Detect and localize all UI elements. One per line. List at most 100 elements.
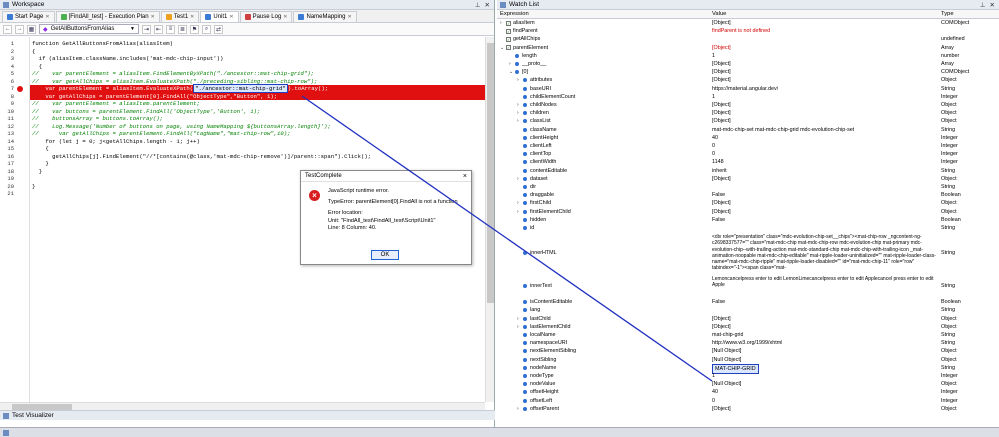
code-line[interactable]: // var getAllChips = parentElement.FindA…: [32, 130, 290, 138]
tab-start-page[interactable]: Start Page ✕: [2, 11, 55, 22]
column-type[interactable]: Type: [941, 11, 954, 17]
back-icon[interactable]: ←: [3, 24, 12, 34]
tab-unit1[interactable]: Unit1 ✕: [200, 11, 239, 22]
expand-icon[interactable]: ›: [517, 315, 519, 323]
watch-row[interactable]: localName mat-chip-grid String: [497, 331, 999, 339]
expand-icon[interactable]: ›: [517, 117, 519, 125]
line-gutter[interactable]: 1 2 3 4 5 6 7 8 9 10 11 12 13 14 15 16 17 18 19 20 21: [0, 37, 30, 402]
code-line[interactable]: var getAllChips = parentElement[0].FindA…: [30, 92, 485, 100]
watch-row[interactable]: › offsetParent [Object] Object: [497, 405, 999, 413]
watch-row[interactable]: nodeType 1 Integer: [497, 372, 999, 380]
watch-row[interactable]: › firstElementChild [Object] Object: [497, 208, 999, 216]
comment-icon[interactable]: ≡: [166, 24, 175, 34]
tab-close-icon[interactable]: ✕: [151, 14, 155, 20]
module-icon[interactable]: ▦: [27, 24, 36, 34]
column-expression[interactable]: Expression: [500, 11, 529, 17]
expand-icon[interactable]: ›: [517, 101, 519, 109]
code-line[interactable]: }: [32, 168, 42, 176]
column-value[interactable]: Value: [712, 11, 726, 17]
code-line[interactable]: getAllChips[j].FindElement("//*[contains…: [32, 153, 371, 161]
routine-dropdown[interactable]: ◆ GetAllButtonsFromAlias ▼: [39, 24, 139, 34]
tab-close-icon[interactable]: ✕: [348, 14, 352, 20]
watch-row[interactable]: offsetHeight 40 Integer: [497, 388, 999, 396]
code-line[interactable]: {: [32, 145, 48, 153]
watch-row[interactable]: ⌄ ✓ parentElement [Object] Array: [497, 44, 999, 52]
close-icon[interactable]: ✕: [990, 1, 995, 9]
watch-row[interactable]: › lastChild [Object] Object: [497, 315, 999, 323]
watch-row[interactable]: contentEditable inherit String: [497, 167, 999, 175]
tab-findall-test-execution-plan[interactable]: [FindAll_test] - Execution Plan ✕: [55, 11, 160, 22]
tab-close-icon[interactable]: ✕: [229, 14, 233, 20]
tab-namemapping[interactable]: NameMapping ✕: [293, 11, 357, 22]
expand-icon[interactable]: ›: [517, 208, 519, 216]
watch-row[interactable]: lang String: [497, 306, 999, 314]
watch-row[interactable]: ✓ findParent findParent is not defined: [497, 27, 999, 35]
watch-row[interactable]: dir String: [497, 183, 999, 191]
watch-checkbox[interactable]: ✓: [506, 28, 511, 34]
code-line[interactable]: var parentElement = aliasItem.EvaluateXP…: [30, 84, 485, 93]
watch-row[interactable]: nextSibling [Null Object] Object: [497, 356, 999, 364]
uncomment-icon[interactable]: ≣: [178, 24, 187, 34]
watch-row[interactable]: › __proto__ [Object] Array: [497, 60, 999, 68]
tab-test1[interactable]: Test1 ✕: [160, 11, 200, 22]
watch-row[interactable]: clientLeft 0 Integer: [497, 142, 999, 150]
expand-icon[interactable]: ›: [500, 19, 502, 27]
watch-row[interactable]: › lastElementChild [Object] Object: [497, 323, 999, 331]
breakpoint-icon[interactable]: [17, 86, 23, 92]
watch-row[interactable]: childElementCount 1 Integer: [497, 93, 999, 101]
indent-icon[interactable]: ⇥: [142, 24, 151, 34]
watch-row[interactable]: clientTop 0 Integer: [497, 150, 999, 158]
code-line[interactable]: function GetAllButtonsFromAlias(aliasIte…: [32, 40, 173, 48]
watch-row[interactable]: › dataset [Object] Object: [497, 175, 999, 183]
collapse-icon[interactable]: ⌄: [509, 68, 513, 76]
test-visualizer-bar[interactable]: Test Visualizer: [0, 410, 495, 420]
expand-icon[interactable]: ›: [517, 175, 519, 183]
watch-row[interactable]: nodeName MAT-CHIP-GRID String: [497, 363, 999, 374]
expand-icon[interactable]: ›: [517, 109, 519, 117]
code-line[interactable]: // var buttons = parentElement.FindAll('…: [32, 108, 260, 116]
dialog-close-icon[interactable]: ×: [463, 173, 471, 180]
vertical-scroll-thumb[interactable]: [487, 43, 494, 303]
watch-row[interactable]: clientHeight 40 Integer: [497, 134, 999, 142]
watch-row[interactable]: baseURI https://material.angular.dev/Stri…: [497, 85, 999, 93]
forward-icon[interactable]: →: [15, 24, 24, 34]
watch-row[interactable]: length 1 number: [497, 52, 999, 60]
watch-row[interactable]: ⌄ [0] [Object] COMObject: [497, 68, 999, 76]
watch-row[interactable]: › attributes [Object] Object: [497, 76, 999, 84]
find-icon[interactable]: ⌕: [202, 24, 211, 34]
watch-checkbox[interactable]: ✓: [506, 36, 511, 42]
watch-row[interactable]: nextElementSibling [Null Object] Object: [497, 347, 999, 355]
code-line[interactable]: // var parentElement = aliasItem.FindEle…: [32, 70, 314, 78]
expand-icon[interactable]: ›: [509, 60, 511, 68]
watch-row[interactable]: › childNodes [Object] Object: [497, 101, 999, 109]
code-line[interactable]: }: [32, 160, 48, 168]
tab-pause-log[interactable]: Pause Log ✕: [239, 11, 293, 22]
pin-icon[interactable]: ⊥: [475, 1, 481, 9]
expand-icon[interactable]: ›: [517, 323, 519, 331]
code-line[interactable]: // Log.Message('Number of buttons on pag…: [32, 123, 331, 131]
code-line[interactable]: // buttonsArray = buttons.toArray();: [32, 115, 163, 123]
tab-close-icon[interactable]: ✕: [45, 14, 49, 20]
tab-close-icon[interactable]: ✕: [190, 14, 194, 20]
watch-row[interactable]: ✓ getAllChips undefined: [497, 35, 999, 43]
watch-row[interactable]: › ✓ aliasItem [Object] COMObject: [497, 19, 999, 27]
expand-icon[interactable]: ›: [517, 76, 519, 84]
code-line[interactable]: }: [32, 183, 35, 191]
watch-row[interactable]: id String: [497, 224, 999, 232]
watch-row[interactable]: offsetLeft 0 Integer: [497, 397, 999, 405]
outdent-icon[interactable]: ⇤: [154, 24, 163, 34]
watch-checkbox[interactable]: ✓: [506, 45, 511, 51]
vertical-scrollbar[interactable]: [485, 37, 494, 402]
watch-row[interactable]: › firstChild [Object] Object: [497, 199, 999, 207]
watch-row-innerhtml[interactable]: innerHTML <div role="presentation" class=…: [497, 232, 999, 274]
ok-button[interactable]: OK: [371, 250, 399, 260]
code-line[interactable]: for (let j = 0; j<getAllChips.length - 1…: [32, 138, 199, 146]
code-line[interactable]: if (aliasItem.className.includes('mat-md…: [32, 55, 224, 63]
bookmark-icon[interactable]: ⚑: [190, 24, 199, 34]
code-line[interactable]: {: [32, 63, 42, 71]
expand-icon[interactable]: ›: [517, 199, 519, 207]
watch-row[interactable]: nodeValue [Null Object] Object: [497, 380, 999, 388]
tab-close-icon[interactable]: ✕: [283, 14, 287, 20]
watch-row-innertext[interactable]: innerText Lemoncancelpress enter to edit …: [497, 274, 999, 298]
watch-row[interactable]: hidden False Boolean: [497, 216, 999, 224]
